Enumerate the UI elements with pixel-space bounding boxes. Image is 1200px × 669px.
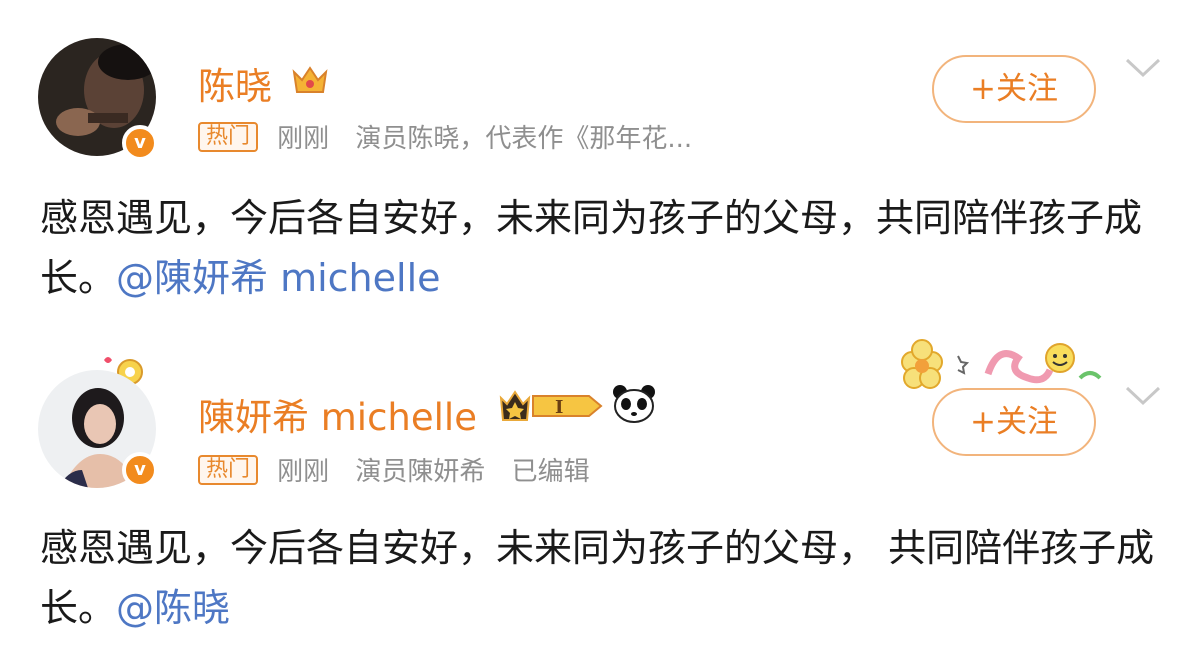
chevron-down-icon[interactable]	[1124, 57, 1162, 79]
weibo-post-1: v 陈晓 热门 刚刚 演员陈晓，代表作《那年花... +关注 感恩遇见，今后各自…	[0, 0, 1200, 330]
user-bio: 演员陳妍希	[355, 457, 486, 487]
post-content: 感恩遇见，今后各自安好，未来同为孩子的父母，共同陪伴孩子成长。@陳妍希 mich…	[40, 188, 1170, 308]
vip-level-text: I	[555, 397, 563, 418]
edited-label: 已编辑	[511, 457, 590, 487]
mention-link[interactable]: @陈晓	[116, 586, 230, 630]
hot-tag: 热门	[198, 121, 259, 152]
post-meta: 热门 刚刚 演员陳妍希 已编辑	[198, 451, 608, 487]
chevron-down-icon[interactable]	[1124, 385, 1162, 407]
post-time: 刚刚	[277, 457, 330, 487]
mention-link[interactable]: @陳妍希 michelle	[116, 256, 441, 300]
follow-button[interactable]: +关注	[932, 388, 1096, 456]
vip-level-badge-icon: I	[499, 390, 603, 421]
post-meta: 热门 刚刚 演员陈晓，代表作《那年花...	[198, 118, 710, 154]
verified-badge-icon: v	[122, 125, 158, 161]
weibo-post-2: v 陳妍希 michelle I 热门 刚刚 演员陳妍希 已编辑 +关注 感恩遇…	[0, 338, 1200, 669]
post-time: 刚刚	[277, 124, 330, 154]
username[interactable]: 陈晓	[198, 56, 272, 110]
follow-button[interactable]: +关注	[932, 55, 1096, 123]
username[interactable]: 陳妍希 michelle	[198, 387, 477, 441]
user-bio: 演员陈晓，代表作《那年花...	[355, 124, 693, 154]
panda-icon	[613, 385, 655, 423]
verified-badge-icon: v	[122, 452, 158, 488]
post-content: 感恩遇见，今后各自安好，未来同为孩子的父母， 共同陪伴孩子成长。@陈晓	[40, 518, 1170, 638]
hot-tag: 热门	[198, 454, 259, 485]
crown-icon	[292, 66, 328, 93]
